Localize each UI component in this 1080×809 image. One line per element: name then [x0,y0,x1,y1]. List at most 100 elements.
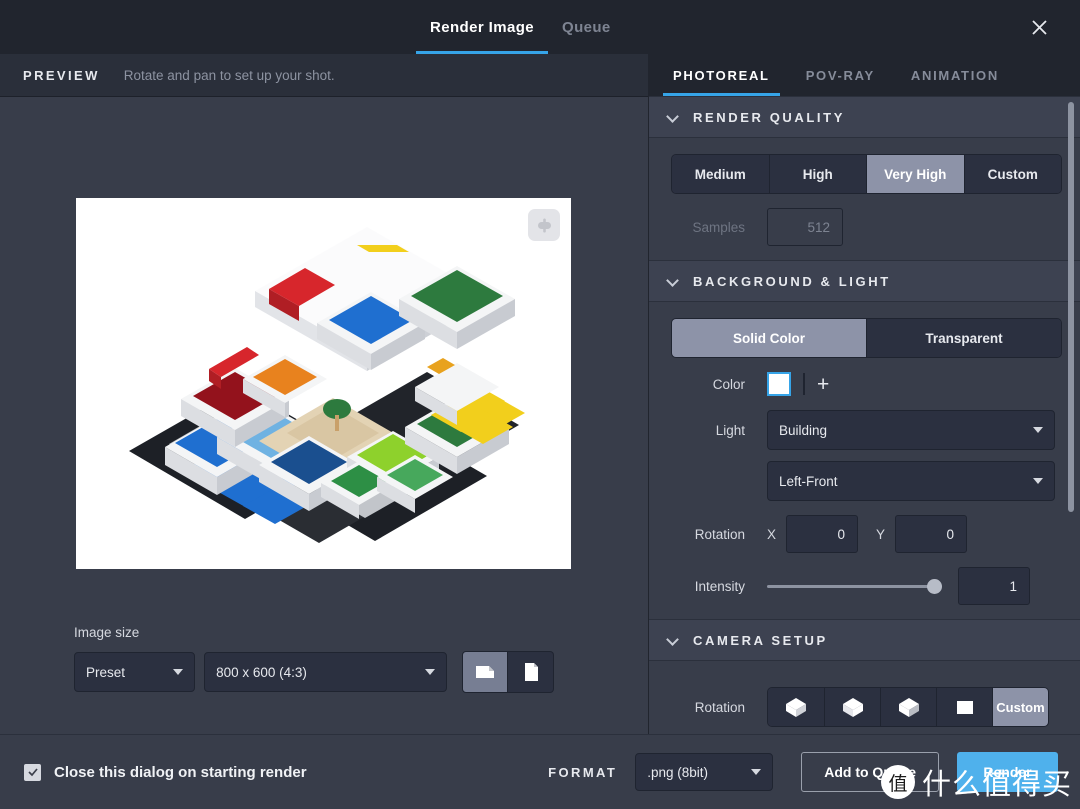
color-label: Color [712,376,745,392]
camera-preset-custom-button[interactable]: Custom [992,688,1048,726]
section-header-camera-setup[interactable]: CAMERA SETUP [649,619,1080,661]
image-size-row: Preset 800 x 600 (4:3) [74,651,554,693]
camera-preset-view-2-button[interactable] [824,688,880,726]
color-controls: + [767,372,829,396]
tab-render-image[interactable]: Render Image [416,0,548,54]
background-transparent-button[interactable]: Transparent [866,319,1061,357]
section-title-camera-setup: CAMERA SETUP [693,632,828,648]
tab-animation[interactable]: ANIMATION [893,54,1017,96]
preview-link-button[interactable] [528,209,560,241]
add-color-button[interactable]: + [817,374,829,395]
image-size-section: Image size Preset 800 x 600 (4:3) [74,625,554,693]
rotation-x-label: X [767,526,777,542]
camera-preset-front-button[interactable] [936,688,992,726]
rotation-y-value: 0 [946,526,955,542]
render-image-dialog: Render Image Queue PREVIEW Rotate and pa… [0,0,1080,809]
render-button[interactable]: Render [957,752,1058,792]
checkbox-checked-icon [24,763,41,781]
samples-value: 512 [807,219,830,235]
dimension-select[interactable]: 800 x 600 (4:3) [204,652,447,692]
rotation-x-value: 0 [837,526,846,542]
quality-high-button[interactable]: High [768,155,866,193]
tab-photoreal-label: PHOTOREAL [673,67,770,83]
orientation-landscape-button[interactable] [462,651,508,693]
light-direction-value: Left-Front [779,473,838,489]
samples-input[interactable]: 512 [767,208,843,246]
preset-mode-value: Preset [86,664,126,680]
tab-povray[interactable]: POV-RAY [788,54,893,96]
intensity-slider[interactable] [767,567,942,605]
light-source-value: Building [779,422,828,438]
quality-very-high-button[interactable]: Very High [866,155,964,193]
settings-pane: PHOTOREAL POV-RAY ANIMATION RENDER QUALI… [649,54,1080,734]
intensity-label: Intensity [694,578,745,594]
intensity-value: 1 [1009,578,1017,594]
page-landscape-icon [476,666,494,678]
lego-model-render [76,198,571,569]
section-title-render-quality: RENDER QUALITY [693,109,845,125]
light-label: Light [715,422,745,438]
settings-tabs: PHOTOREAL POV-RAY ANIMATION [649,54,1080,96]
tab-photoreal[interactable]: PHOTOREAL [655,54,788,96]
light-source-row: Light Building [671,410,1062,450]
camera-rotation-row: Rotation Custom [671,687,1062,727]
quality-high-label: High [802,166,833,182]
chevron-down-icon [751,769,762,775]
close-dialog-checkbox[interactable]: Close this dialog on starting render [24,763,307,781]
dialog-body: PREVIEW Rotate and pan to set up your sh… [0,54,1080,734]
preview-canvas[interactable] [76,198,571,569]
camera-preset-group: Custom [767,687,1049,727]
background-solid-color-label: Solid Color [733,330,805,346]
section-body-camera-setup: Rotation Custom [649,661,1080,734]
preview-subtitle: Rotate and pan to set up your shot. [123,67,335,83]
color-divider [803,373,805,395]
intensity-row: Intensity 1 [671,567,1062,605]
render-quality-segmented: Medium High Very High Custom [671,154,1062,194]
quality-medium-button[interactable]: Medium [672,155,769,193]
lego-model-svg [128,226,525,543]
preview-header: PREVIEW Rotate and pan to set up your sh… [0,54,648,97]
format-select[interactable]: .png (8bit) [635,753,774,791]
add-to-queue-button[interactable]: Add to Queue [801,752,939,792]
light-rotation-row: Rotation X 0 Y 0 [671,515,1062,553]
section-header-render-quality[interactable]: RENDER QUALITY [649,96,1080,138]
camera-preset-view-1-button[interactable] [768,688,824,726]
light-direction-select[interactable]: Left-Front [767,461,1055,501]
camera-preset-view-3-button[interactable] [880,688,936,726]
tab-animation-label: ANIMATION [910,67,999,83]
dialog-footer: Close this dialog on starting render FOR… [0,734,1080,809]
preset-mode-select[interactable]: Preset [74,652,196,692]
light-source-select[interactable]: Building [767,410,1055,450]
settings-scrollbar[interactable] [1068,102,1074,512]
add-to-queue-label: Add to Queue [824,764,916,780]
color-swatch[interactable] [767,372,791,396]
chevron-down-icon [1033,427,1043,433]
chevron-down-icon [667,275,679,287]
checkmark-icon [27,768,38,777]
color-row: Color + [671,372,1062,396]
dimension-value: 800 x 600 (4:3) [216,664,307,680]
intensity-input[interactable]: 1 [958,567,1030,605]
section-title-background-light: BACKGROUND & LIGHT [693,273,891,289]
image-size-label: Image size [74,625,140,640]
orientation-group [462,651,554,693]
rotation-y-input[interactable]: 0 [895,515,968,553]
orientation-portrait-button[interactable] [508,651,554,693]
section-header-background-light[interactable]: BACKGROUND & LIGHT [649,260,1080,302]
chevron-down-icon [667,111,679,123]
tab-queue[interactable]: Queue [548,0,625,54]
intensity-slider-knob[interactable] [927,579,942,594]
background-solid-color-button[interactable]: Solid Color [672,319,866,357]
rotation-x-input[interactable]: 0 [786,515,859,553]
cube-front-icon [956,701,973,714]
section-body-background-light: Solid Color Transparent Color + Light Bu… [649,302,1080,619]
close-button[interactable] [1020,0,1058,54]
background-transparent-label: Transparent [925,330,1003,346]
preview-pane: PREVIEW Rotate and pan to set up your sh… [0,54,649,734]
render-label: Render [983,764,1032,780]
tab-queue-label: Queue [562,18,611,36]
preview-title: PREVIEW [23,67,100,83]
samples-label: Samples [692,219,745,235]
quality-custom-button[interactable]: Custom [963,155,1061,193]
quality-medium-label: Medium [694,166,746,182]
